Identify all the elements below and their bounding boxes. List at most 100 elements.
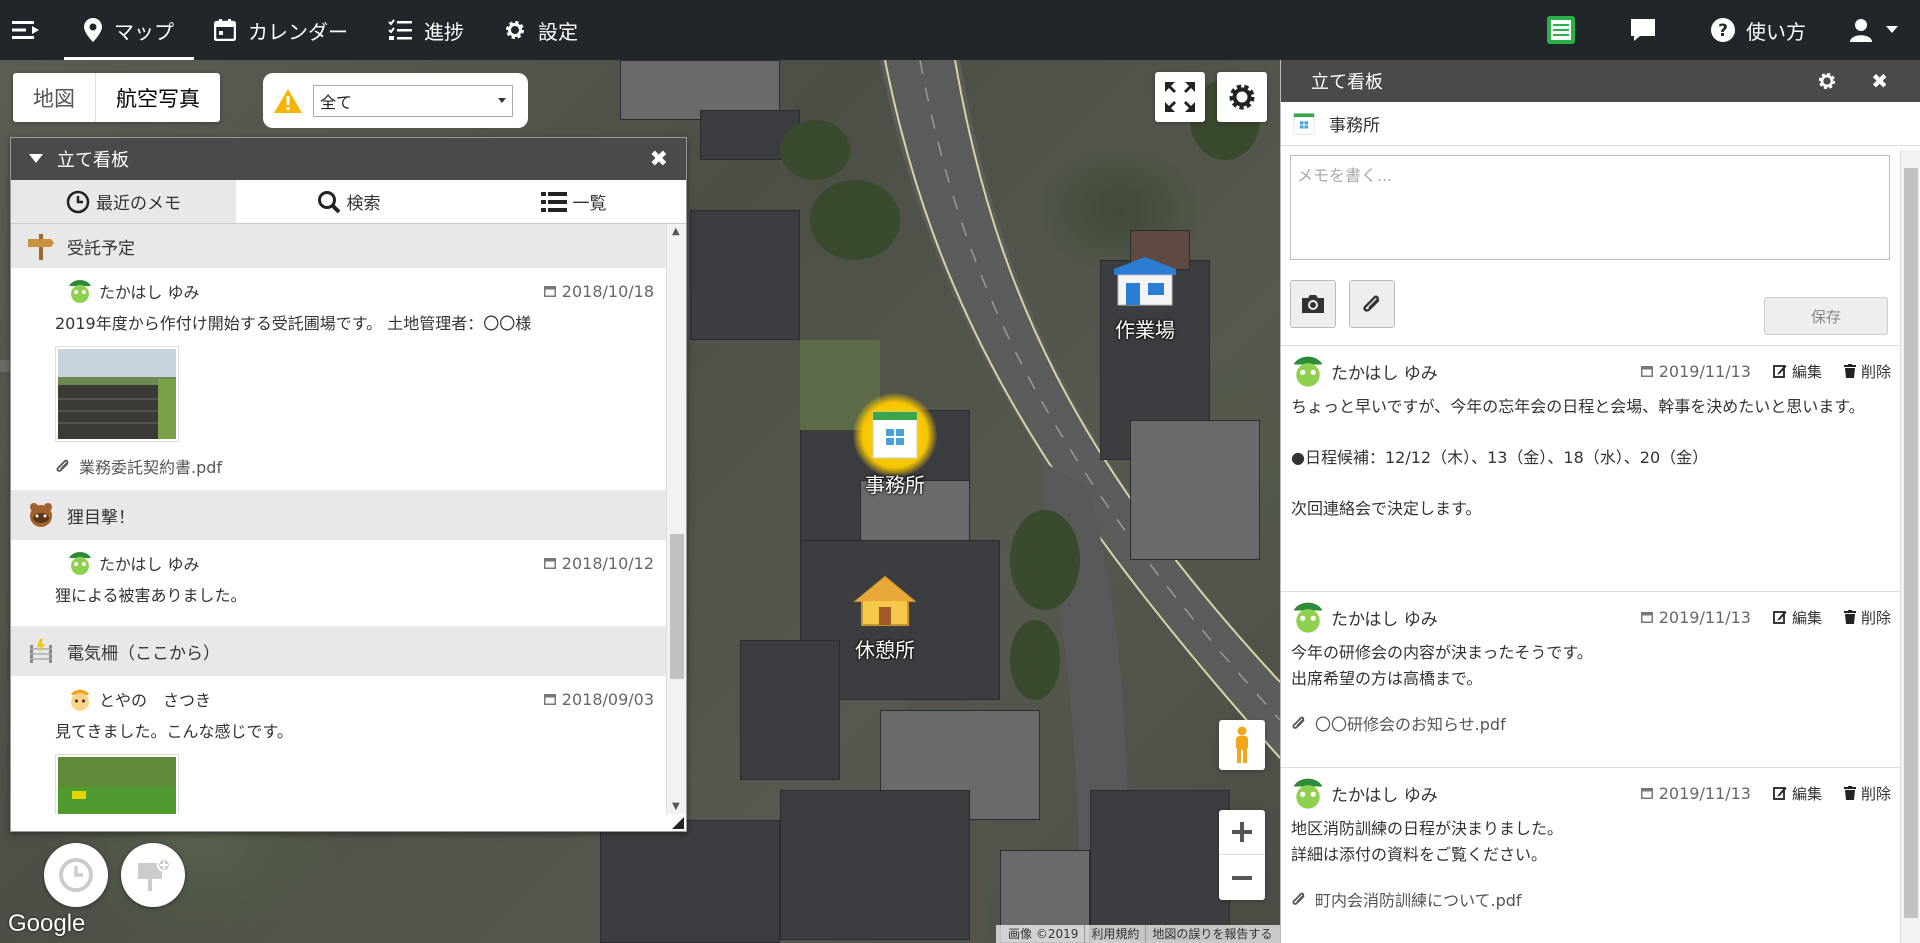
alert-filter-select[interactable]: 全て (313, 84, 513, 117)
menu-toggle-button[interactable] (0, 0, 64, 60)
memo-item[interactable]: たかはし ゆみ 2018/10/12 狸による被害ありました。 (11, 540, 668, 626)
memo-date-text: 2018/10/12 (561, 553, 654, 573)
attribution-imagery: 画像 ©2019 (1002, 925, 1086, 943)
marker-office-label: 事務所 (865, 473, 925, 497)
memo-meta: とやの さつき 2018/09/03 (67, 684, 654, 714)
map-type-satellite-button[interactable]: 航空写真 (95, 73, 220, 122)
memo-author: たかはし ゆみ (1331, 609, 1438, 630)
close-icon[interactable]: ✖ (1871, 69, 1888, 93)
memo-attachment-link[interactable]: 町内会消防訓練について.pdf (1291, 887, 1891, 911)
attribution-terms-link[interactable]: 利用規約 (1085, 925, 1147, 943)
attachment-filename: 町内会消防訓練について.pdf (1315, 891, 1522, 911)
memo-photo-fence[interactable] (55, 754, 179, 814)
edit-button[interactable]: 編集 (1773, 607, 1822, 628)
house-icon (853, 575, 917, 626)
edit-label: 編集 (1791, 608, 1822, 627)
marker-workshop[interactable]: 作業場 (1100, 255, 1190, 343)
memo-list-scrollbar[interactable]: ▲ ▼ (666, 224, 686, 814)
signboard-panel: 立て看板 ✖ 最近のメモ 検索 一覧 受託予定 たかはし ゆみ 2018/10/… (10, 137, 687, 832)
street-view-pegman[interactable] (1219, 720, 1265, 770)
help-button[interactable]: ? 使い方 (1688, 0, 1828, 60)
nav-item-calendar[interactable]: カレンダー (194, 0, 368, 60)
delete-button[interactable]: 削除 (1843, 783, 1891, 804)
nav-right-group: ? 使い方 (1524, 0, 1920, 60)
office-icon (1293, 112, 1315, 135)
delete-button[interactable]: 削除 (1843, 361, 1891, 382)
detail-memo-item: たかはし ゆみ 2019/11/13 編集 削除 地区消防訓練の日程が決まりまし… (1281, 768, 1901, 943)
delete-button[interactable]: 削除 (1843, 607, 1891, 628)
location-name: 事務所 (1329, 116, 1380, 136)
raccoon-dog-icon (30, 503, 52, 527)
nav-label-settings: 設定 (538, 19, 578, 44)
close-icon[interactable]: ✖ (650, 147, 668, 172)
scrollbar-thumb[interactable] (670, 534, 684, 679)
tab-search[interactable]: 検索 (236, 180, 461, 223)
trash-icon (1843, 610, 1856, 624)
memo-author: たかはし ゆみ (99, 555, 200, 574)
save-button[interactable]: 保存 (1764, 297, 1888, 335)
memo-date: 2019/11/13 (1640, 362, 1751, 381)
list-icon (540, 191, 567, 212)
detail-memo-item: たかはし ゆみ 2019/11/13 編集 削除 今年の研修会の内容が決まったそ… (1281, 592, 1901, 768)
zoom-in-button[interactable] (1219, 810, 1265, 855)
memo-item[interactable]: とやの さつき 2018/09/03 見てきました。こんな感じです。 (11, 676, 668, 814)
scroll-down-arrow-icon[interactable]: ▼ (672, 801, 680, 812)
memo-photo-field[interactable] (55, 346, 179, 442)
tab-recent-memos-label: 最近のメモ (96, 194, 181, 214)
scroll-up-arrow-icon[interactable]: ▲ (672, 226, 680, 237)
scrollbar-thumb[interactable] (1904, 168, 1918, 918)
resize-handle-icon[interactable] (672, 817, 684, 829)
zoom-out-button[interactable] (1219, 855, 1265, 900)
fullscreen-button[interactable] (1155, 72, 1205, 122)
tab-recent-memos[interactable]: 最近のメモ (11, 180, 236, 223)
category-name: 受託予定 (67, 238, 135, 259)
category-header[interactable]: 電気柵（ここから） (11, 626, 668, 676)
paperclip-icon (1363, 295, 1380, 312)
memo-input[interactable] (1290, 155, 1890, 260)
memo-author: たかはし ゆみ (99, 283, 200, 302)
paperclip-icon (1292, 892, 1305, 905)
clock-icon (59, 858, 93, 892)
help-label: 使い方 (1746, 19, 1806, 44)
user-menu-button[interactable] (1828, 0, 1920, 60)
history-button[interactable] (44, 843, 108, 907)
camera-button[interactable] (1290, 280, 1336, 328)
tab-list[interactable]: 一覧 (461, 180, 686, 223)
category-header[interactable]: 受託予定 (11, 224, 668, 268)
edit-button[interactable]: 編集 (1773, 783, 1822, 804)
nav-item-map[interactable]: マップ (64, 0, 194, 60)
marker-rest-area[interactable]: 休憩所 (840, 575, 930, 663)
category-header[interactable]: 狸目撃！ (11, 490, 668, 540)
memo-item[interactable]: たかはし ゆみ 2018/10/18 2019年度から作付け開始する受託圃場です… (11, 268, 668, 490)
map-type-roadmap-button[interactable]: 地図 (13, 73, 95, 122)
memo-attachment-link[interactable]: 業務委託契約書.pdf (55, 454, 654, 478)
field-book-icon (1547, 16, 1575, 44)
chat-button[interactable] (1608, 0, 1688, 60)
field-book-button[interactable] (1524, 0, 1608, 60)
map-settings-button[interactable] (1217, 72, 1267, 122)
question-circle-icon: ? (1711, 18, 1735, 42)
nav-item-progress[interactable]: 進捗 (368, 0, 484, 60)
collapse-caret-icon[interactable] (29, 154, 43, 164)
nav-label-map: マップ (114, 19, 174, 44)
plus-icon (1232, 822, 1252, 842)
calendar-icon (543, 286, 556, 297)
google-logo: Google (8, 910, 86, 937)
tab-list-label: 一覧 (572, 194, 607, 214)
detail-scrollbar[interactable] (1900, 150, 1920, 943)
attribution-report-link[interactable]: 地図の誤りを報告する (1146, 925, 1278, 943)
calendar-icon (1640, 612, 1653, 623)
edit-button[interactable]: 編集 (1773, 361, 1822, 382)
category-name: 狸目撃！ (67, 507, 135, 528)
add-signboard-button[interactable] (121, 843, 185, 907)
memo-date-text: 2018/09/03 (561, 689, 654, 709)
edit-icon (1773, 365, 1787, 378)
attach-file-button[interactable] (1349, 280, 1395, 328)
nav-item-settings[interactable]: 設定 (484, 0, 598, 60)
memo-attachment-link[interactable]: 〇〇研修会のお知らせ.pdf (1291, 711, 1891, 735)
marker-office[interactable]: 事務所 (850, 393, 940, 498)
field-photo-image (58, 349, 176, 439)
marker-rest-area-label: 休憩所 (855, 638, 915, 662)
electric-fence-icon (30, 639, 52, 663)
gear-icon[interactable] (1817, 71, 1837, 91)
